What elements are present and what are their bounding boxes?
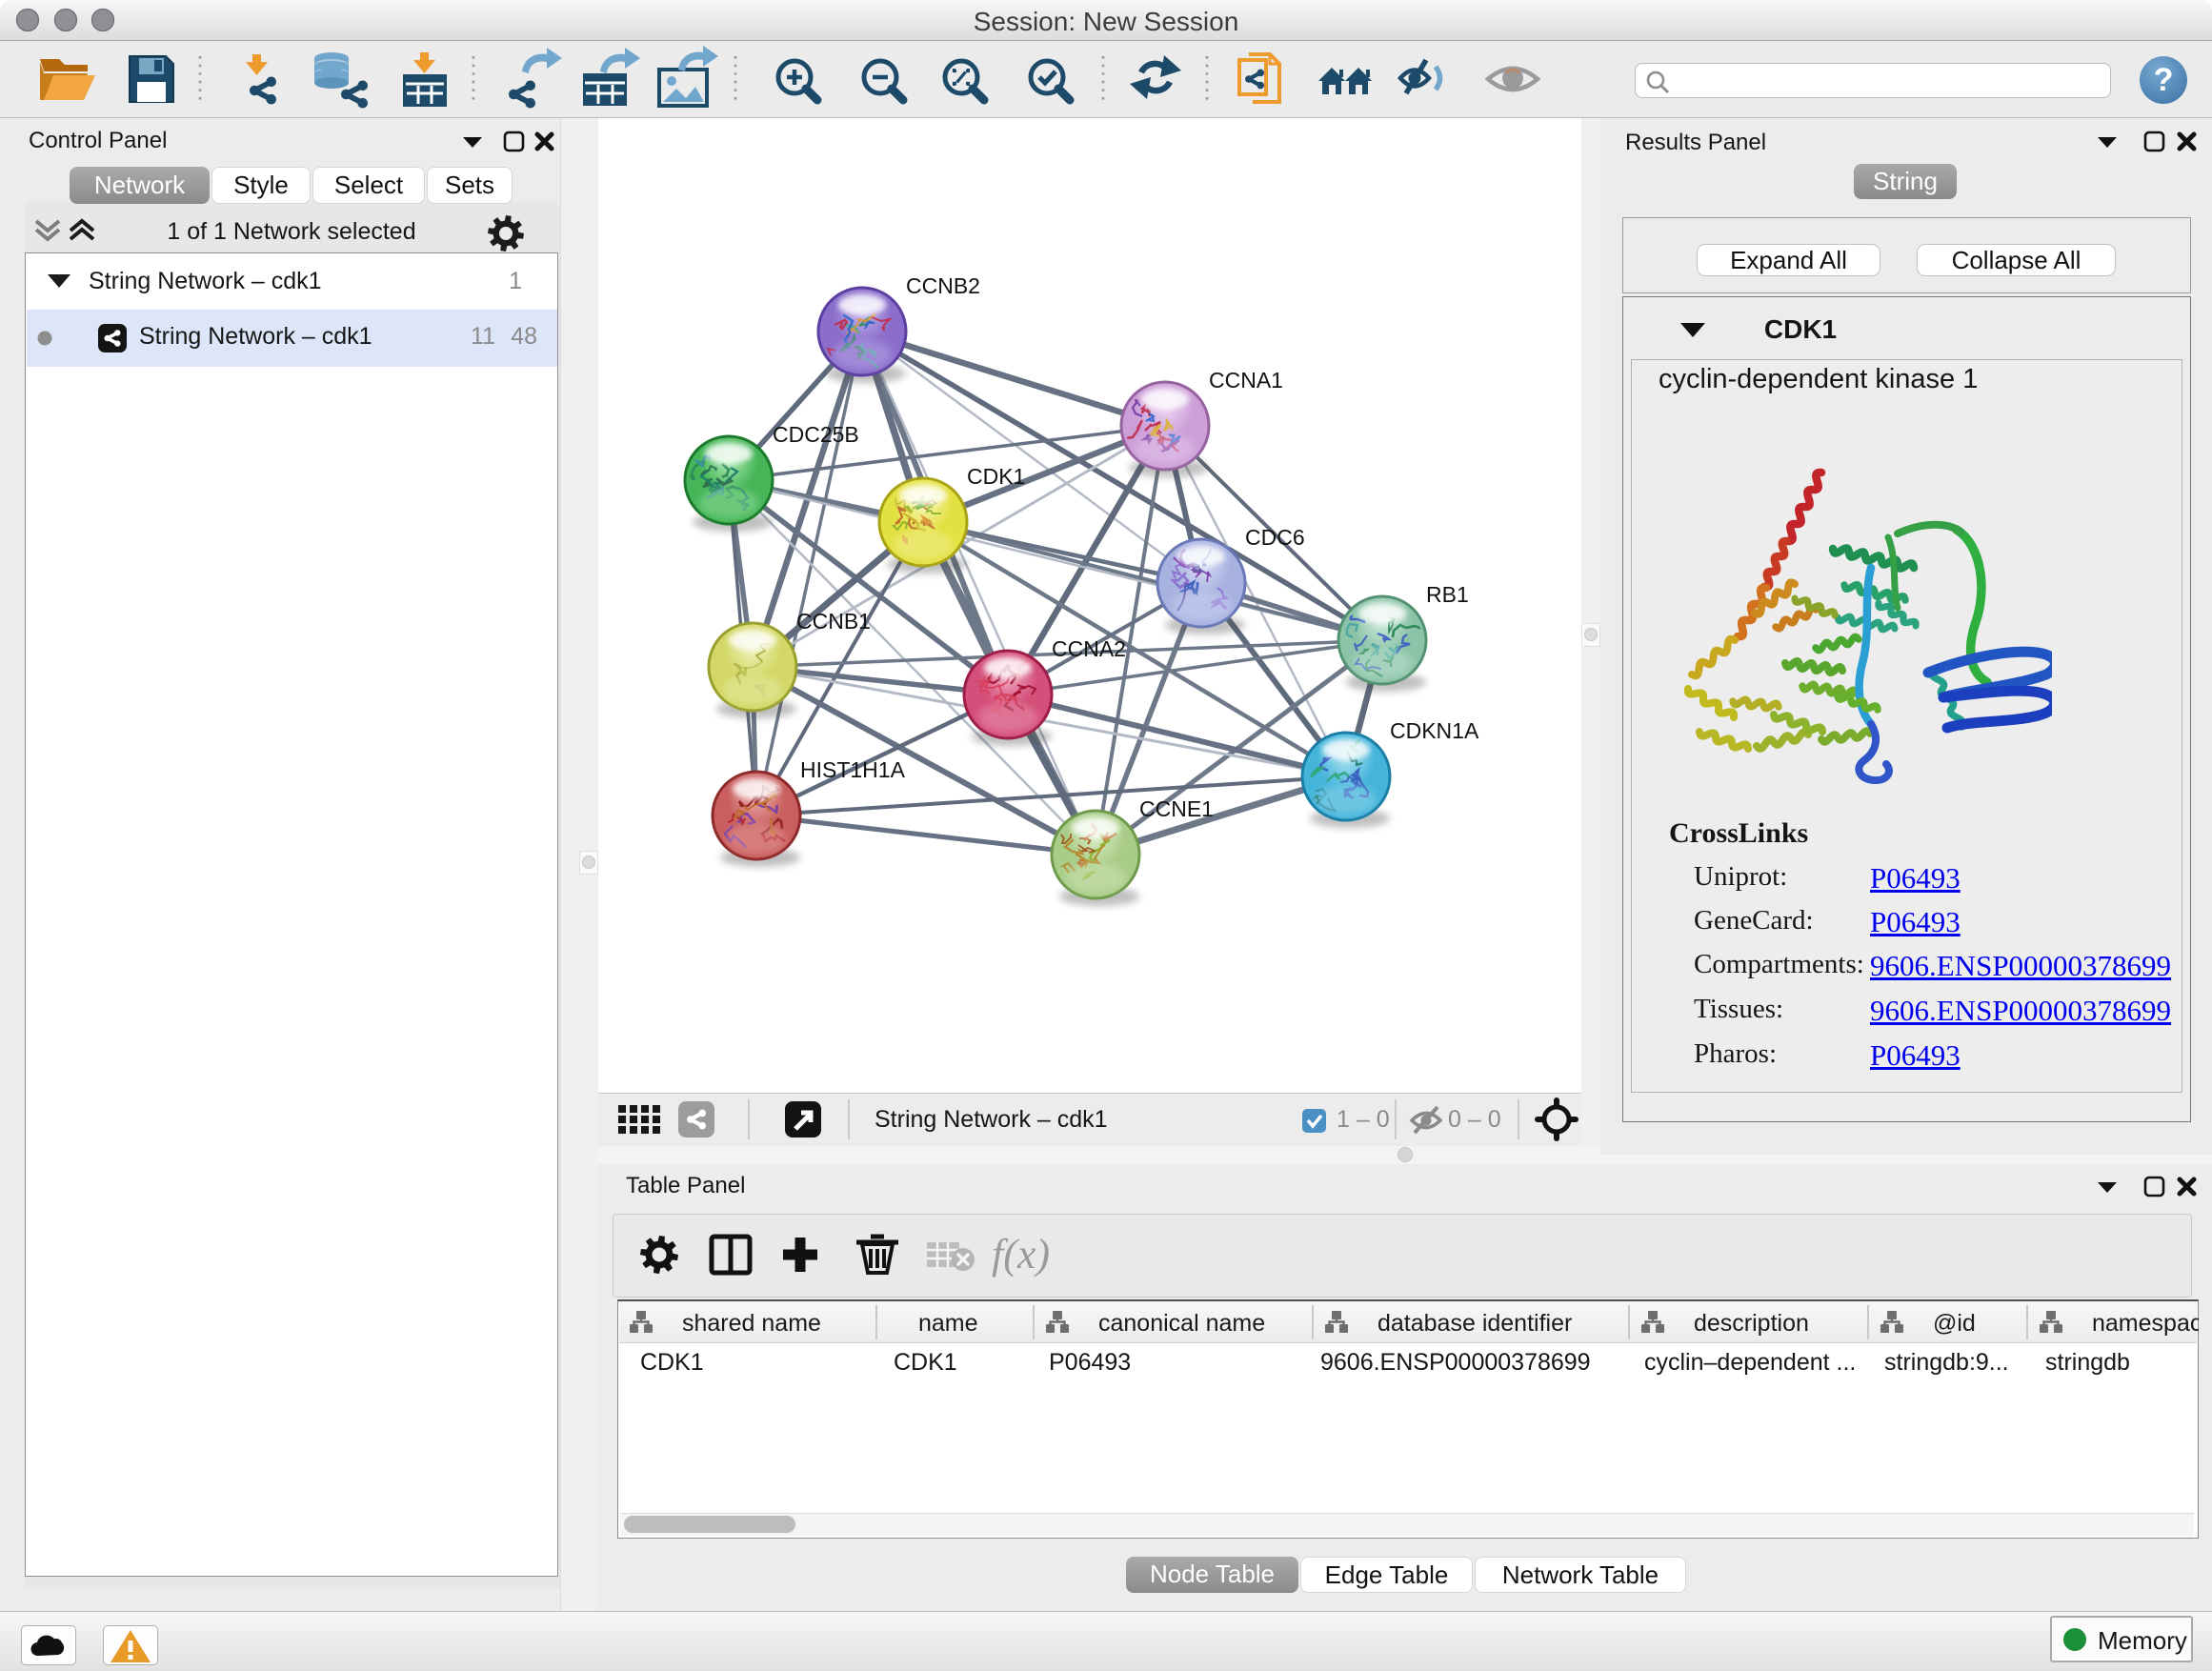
svg-text:CCNA1: CCNA1 [1209,368,1283,393]
svg-text:@id: @id [1933,1310,1976,1337]
svg-text:RB1: RB1 [1426,582,1469,607]
svg-text:CDKN1A: CDKN1A [1390,718,1479,743]
svg-text:CCNA2: CCNA2 [1052,636,1126,661]
svg-text:namespace: namespace [2092,1310,2199,1337]
svg-text:CCNB1: CCNB1 [796,609,871,634]
svg-text:HIST1H1A: HIST1H1A [800,757,906,782]
svg-text:description: description [1694,1310,1809,1337]
svg-text:CDK1: CDK1 [967,464,1025,489]
svg-text:CDC25B: CDC25B [773,422,859,447]
svg-text:shared name: shared name [682,1310,821,1337]
svg-text:CCNE1: CCNE1 [1139,796,1214,821]
svg-text:database identifier: database identifier [1377,1310,1572,1337]
svg-text:canonical name: canonical name [1098,1310,1265,1337]
svg-text:name: name [918,1310,978,1337]
svg-text:CDC6: CDC6 [1245,525,1305,550]
svg-text:f(x): f(x) [992,1231,1050,1278]
svg-text:?: ? [2154,62,2174,98]
svg-text:CCNB2: CCNB2 [906,273,980,298]
